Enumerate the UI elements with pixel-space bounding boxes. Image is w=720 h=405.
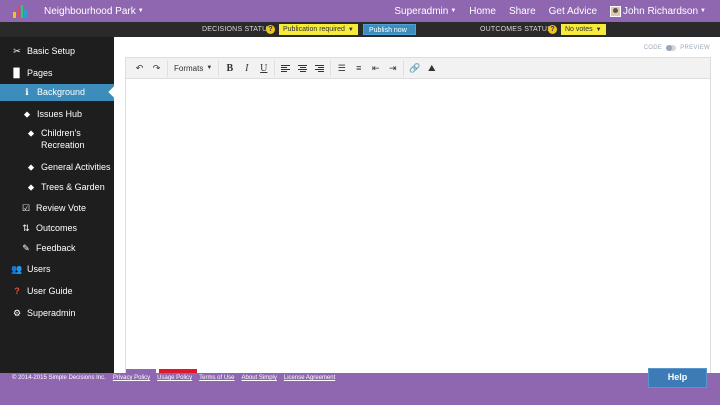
user-menu[interactable]: John Richardson ▼	[610, 5, 706, 17]
decisions-status-dropdown[interactable]: Publication required ▼	[279, 24, 358, 35]
formats-dropdown[interactable]: Formats ▼	[170, 61, 216, 76]
superadmin-menu[interactable]: Superadmin ▼	[394, 6, 456, 17]
status-bar: DECISIONS STATUS ? Publication required …	[0, 22, 720, 37]
sidebar-item-pages[interactable]: ▉ Pages	[0, 66, 114, 80]
align-right-icon[interactable]	[311, 61, 328, 76]
chevron-down-icon: ▼	[700, 8, 706, 14]
footer-link-about[interactable]: About Simply	[242, 375, 277, 381]
tag-icon: ⬥	[27, 182, 35, 192]
sidebar-item-user-guide[interactable]: ? User Guide	[0, 284, 114, 298]
code-label: CODE	[643, 45, 663, 51]
undo-icon[interactable]: ↶	[131, 61, 148, 76]
sidebar-item-general-activities[interactable]: ⬥ General Activities	[0, 160, 114, 174]
chevron-down-icon: ▼	[206, 65, 213, 71]
underline-icon[interactable]: U	[255, 61, 272, 76]
info-icon: ℹ	[25, 87, 29, 97]
question-circle-icon: ?	[14, 286, 20, 296]
user-name: John Richardson	[623, 5, 699, 17]
sidebar-item-childrens-recreation[interactable]: ⬥ Children's Recreation	[0, 127, 114, 151]
rich-text-editor: ↶ ↷ Formats ▼ B I U ☰ ≡ ⇤ ⇥ 🔗 ⛰	[125, 57, 711, 373]
bullet-list-icon[interactable]: ☰	[333, 61, 350, 76]
sidebar-item-basic-setup[interactable]: ✂ Basic Setup	[0, 44, 114, 58]
outcomes-status-label: OUTCOMES STATUS	[480, 26, 552, 33]
copyright-text: © 2014-2015 Simple Decisions Inc.	[12, 375, 106, 381]
project-dropdown[interactable]: Neighbourhood Park ▼	[44, 6, 144, 17]
outdent-icon[interactable]: ⇤	[367, 61, 384, 76]
sidebar-item-background[interactable]: ℹ Background	[0, 84, 120, 101]
footer-link-usage[interactable]: Usage Policy	[157, 375, 192, 381]
bold-icon[interactable]: B	[221, 61, 238, 76]
toggle-switch[interactable]	[666, 45, 677, 51]
editor-toolbar: ↶ ↷ Formats ▼ B I U ☰ ≡ ⇤ ⇥ 🔗 ⛰	[126, 58, 710, 79]
editor-body[interactable]	[126, 79, 710, 373]
tools-icon: ✂	[13, 46, 21, 56]
sort-icon: ⇅	[22, 223, 30, 233]
publish-now-button[interactable]: Publish now	[363, 24, 416, 35]
footer-link-license[interactable]: License Agreement	[284, 375, 335, 381]
footer-link-privacy[interactable]: Privacy Policy	[113, 375, 150, 381]
chevron-down-icon: ▼	[595, 26, 602, 33]
align-left-icon[interactable]	[277, 61, 294, 76]
italic-icon[interactable]: I	[238, 61, 255, 76]
checkbox-icon: ☑	[21, 203, 31, 213]
main-content: CODE PREVIEW ↶ ↷ Formats ▼ B I U ☰ ≡ ⇤ ⇥…	[114, 37, 720, 373]
app-logo-icon[interactable]	[13, 4, 27, 18]
sidebar: ✂ Basic Setup ▉ Pages ℹ Background ⬥ Iss…	[0, 37, 120, 373]
sidebar-item-feedback[interactable]: ✎ Feedback	[0, 241, 114, 255]
footer-link-terms[interactable]: Terms of Use	[199, 375, 234, 381]
sidebar-item-review-vote[interactable]: ☑ Review Vote	[0, 201, 114, 215]
sidebar-item-trees-garden[interactable]: ⬥ Trees & Garden	[0, 180, 114, 194]
align-center-icon[interactable]	[294, 61, 311, 76]
project-title: Neighbourhood Park	[44, 5, 136, 17]
pages-icon: ▉	[13, 68, 21, 78]
indent-icon[interactable]: ⇥	[384, 61, 401, 76]
tag-icon: ⬥	[27, 162, 35, 172]
code-preview-toggle[interactable]: CODE PREVIEW	[644, 45, 710, 51]
share-link[interactable]: Share	[509, 6, 536, 17]
gears-icon: ⚙	[12, 308, 22, 318]
tag-icon: ⬥	[27, 128, 35, 138]
edit-icon: ✎	[22, 243, 30, 253]
get-advice-link[interactable]: Get Advice	[549, 6, 597, 17]
chevron-down-icon: ▼	[137, 8, 144, 14]
question-icon[interactable]: ?	[548, 25, 557, 34]
image-icon[interactable]: ⛰	[423, 61, 440, 76]
redo-icon[interactable]: ↷	[148, 61, 165, 76]
chevron-down-icon: ▼	[450, 8, 457, 14]
link-icon[interactable]: 🔗	[406, 61, 423, 76]
help-button[interactable]: Help	[648, 368, 707, 388]
users-icon: 👥	[11, 264, 23, 274]
sidebar-item-issues-hub[interactable]: ⬥ Issues Hub	[0, 107, 114, 121]
preview-label: PREVIEW	[680, 45, 710, 51]
avatar	[610, 5, 621, 17]
top-navbar: Neighbourhood Park ▼ Superadmin ▼ Home S…	[0, 0, 720, 22]
home-link[interactable]: Home	[469, 6, 496, 17]
numbered-list-icon[interactable]: ≡	[350, 61, 367, 76]
decisions-status-label: DECISIONS STATUS	[202, 26, 273, 33]
sidebar-item-outcomes[interactable]: ⇅ Outcomes	[0, 221, 114, 235]
outcomes-status-dropdown[interactable]: No votes ▼	[561, 24, 606, 35]
question-icon[interactable]: ?	[266, 25, 275, 34]
chevron-down-icon: ▼	[347, 26, 354, 33]
tag-icon: ⬥	[23, 109, 31, 119]
sidebar-item-superadmin[interactable]: ⚙ Superadmin	[0, 306, 114, 320]
footer: © 2014-2015 Simple Decisions Inc. Privac…	[0, 373, 720, 405]
sidebar-item-users[interactable]: 👥 Users	[0, 262, 114, 276]
